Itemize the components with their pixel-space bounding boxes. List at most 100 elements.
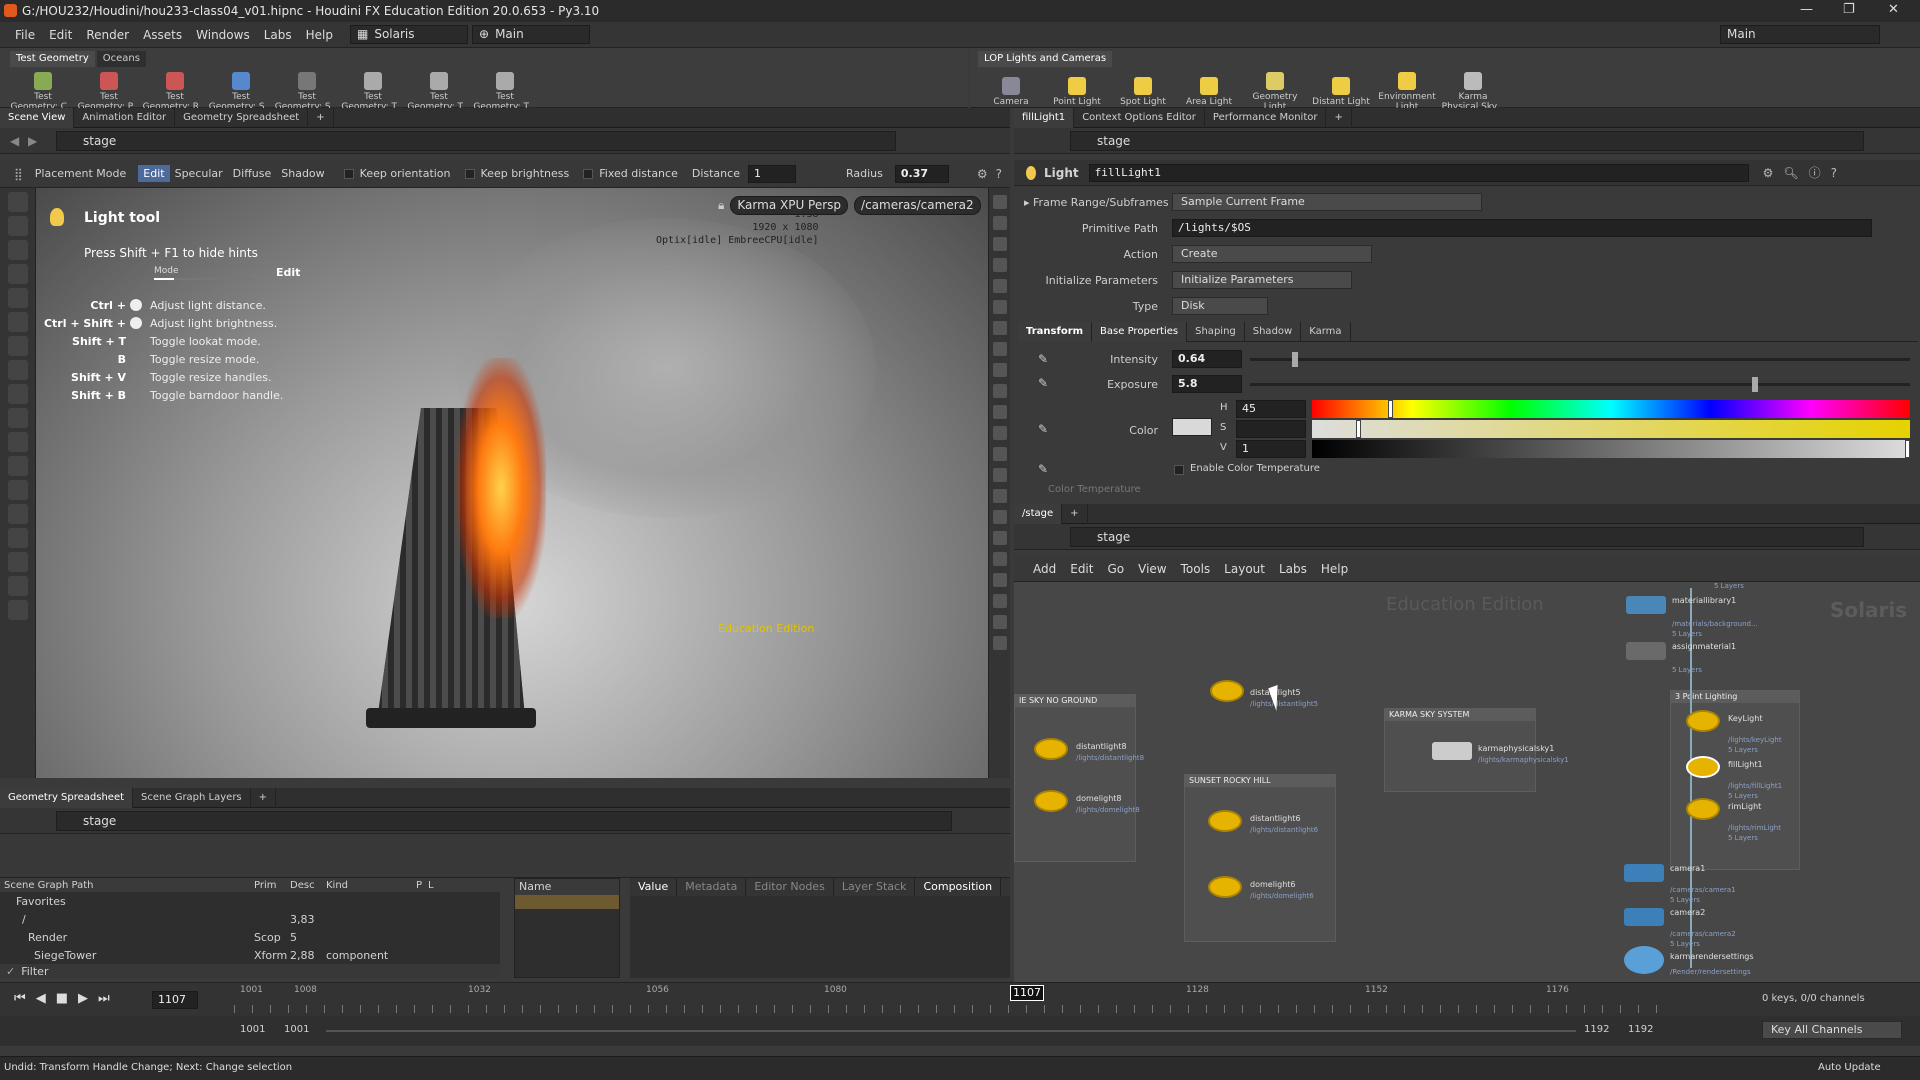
node-materiallibrary1[interactable] (1626, 596, 1666, 614)
shelf-tool[interactable]: Camera (978, 75, 1044, 107)
viewer-display-icon[interactable] (992, 426, 1007, 440)
viewer-display-icon[interactable] (992, 405, 1007, 419)
viewer-display-icon[interactable] (992, 258, 1007, 272)
node-camera2[interactable] (1624, 908, 1664, 926)
frame-range-dropdown[interactable]: Sample Current Frame (1172, 193, 1482, 211)
init-params-dropdown[interactable]: Initialize Parameters (1172, 271, 1352, 289)
network-editor[interactable]: Education Edition Solaris IE SKY NO GROU… (1014, 582, 1920, 982)
v-field[interactable]: 1 (1236, 440, 1306, 458)
type-dropdown[interactable]: Disk (1172, 297, 1268, 315)
add-tab-icon[interactable]: + (1326, 107, 1352, 128)
menu-labs[interactable]: Labs (257, 22, 299, 48)
shelf-tool[interactable]: Test Geometry: C... (10, 70, 76, 112)
name-row-selected[interactable] (515, 895, 619, 909)
params-info-icon[interactable]: ⓘ (1809, 164, 1821, 181)
net-menu-view[interactable]: View (1131, 556, 1173, 582)
shelf-tool[interactable]: Geometry Light (1242, 70, 1308, 112)
params-search-icon[interactable]: 🔍︎ (1783, 166, 1798, 180)
prim-path-field[interactable]: /lights/$OS (1172, 219, 1872, 237)
viewer-tool-icon[interactable] (7, 504, 28, 524)
current-frame-field[interactable]: 1107 (152, 991, 198, 1009)
viewer-display-icon[interactable] (992, 489, 1007, 503)
param-subtab[interactable]: Shaping (1187, 321, 1245, 342)
color-keyframe-icon[interactable]: ✎ (1038, 422, 1048, 436)
net-menu-go[interactable]: Go (1100, 556, 1131, 582)
distance-field[interactable]: 1 (747, 164, 796, 183)
viewer-display-icon[interactable] (992, 615, 1007, 629)
viewer-display-icon[interactable] (992, 279, 1007, 293)
saturation-bar[interactable] (1312, 420, 1910, 438)
intensity-field[interactable]: 0.64 (1172, 350, 1242, 368)
node-distantlight8[interactable] (1034, 738, 1068, 760)
viewer-tool-icon[interactable] (7, 240, 28, 260)
node-karmaphysicalsky1[interactable] (1432, 742, 1472, 760)
sky-no-ground-box[interactable]: IE SKY NO GROUND (1014, 694, 1136, 862)
shelf-tool[interactable]: Test Geometry: T... (340, 70, 406, 112)
renderer-dropdown[interactable]: Karma XPU Persp (730, 196, 849, 215)
pane-tab[interactable]: Geometry Spreadsheet (0, 787, 134, 808)
pane-tab[interactable]: Scene View (0, 107, 75, 128)
grid-icon[interactable]: ⣿ (14, 167, 23, 181)
jump-end-icon[interactable]: ⏭ (98, 991, 110, 1006)
sg-col-header[interactable]: P (412, 880, 424, 891)
s-field[interactable] (1236, 420, 1306, 438)
range-start[interactable]: 1001 (240, 1024, 265, 1035)
sg-row[interactable]: / 3,83 (0, 910, 500, 928)
pane-tab[interactable]: Performance Monitor (1205, 107, 1327, 128)
viewer-display-icon[interactable] (992, 531, 1007, 545)
shelf-tab[interactable]: Test Geometry (10, 51, 95, 67)
viewer-tool-icon[interactable] (7, 432, 28, 452)
viewer-display-icon[interactable] (992, 384, 1007, 398)
viewer-tool-icon[interactable] (7, 336, 28, 356)
mode-shadow[interactable]: Shadow (276, 165, 329, 182)
param-subtab[interactable]: Base Properties (1092, 321, 1188, 342)
range-start2[interactable]: 1001 (284, 1024, 309, 1035)
sg-col-header[interactable]: Kind (322, 880, 412, 891)
param-subtab[interactable]: Shadow (1245, 321, 1302, 342)
node-name-field[interactable]: fillLight1 (1088, 163, 1749, 182)
viewer-tool-icon[interactable] (7, 312, 28, 332)
sunset-box[interactable]: SUNSET ROCKY HILL (1184, 774, 1336, 942)
help-icon[interactable]: ? (996, 167, 1002, 181)
viewer-display-icon[interactable] (992, 510, 1007, 524)
value-bar[interactable] (1312, 440, 1910, 458)
shelf-tool[interactable]: Test Geometry: T... (406, 70, 472, 112)
key-all-button[interactable]: Key All Channels (1762, 1021, 1902, 1039)
add-tab-icon[interactable]: + (251, 787, 277, 808)
radius-field[interactable]: 0.37 (894, 164, 949, 183)
net-menu-help[interactable]: Help (1314, 556, 1355, 582)
pane-tab[interactable]: Context Options Editor (1074, 107, 1205, 128)
viewer-display-icon[interactable] (992, 237, 1007, 251)
minimize-icon[interactable]: — (1800, 2, 1813, 17)
shelf-tool[interactable]: Spot Light (1110, 75, 1176, 107)
viewer-tool-icon[interactable] (7, 576, 28, 596)
network-path-field[interactable]: stage (1070, 527, 1864, 547)
stop-icon[interactable]: ■ (56, 991, 68, 1006)
range-end2[interactable]: 1192 (1628, 1024, 1653, 1035)
back-arrow-icon[interactable]: ◀ (10, 134, 19, 148)
gear-icon[interactable]: ⚙ (977, 167, 988, 181)
menu-assets[interactable]: Assets (136, 22, 189, 48)
viewer-display-icon[interactable] (992, 321, 1007, 335)
viewer-tool-icon[interactable] (7, 216, 28, 236)
shelf-tool[interactable]: Area Light (1176, 75, 1242, 107)
net-menu-labs[interactable]: Labs (1272, 556, 1314, 582)
params-help-icon[interactable]: ? (1831, 166, 1837, 180)
auto-update-dropdown[interactable]: Auto Update (1818, 1062, 1881, 1073)
shelf-tool[interactable]: Environment Light (1374, 70, 1440, 112)
sg-col-header[interactable]: Prim (250, 880, 286, 891)
viewer-display-icon[interactable] (992, 300, 1007, 314)
params-gear-icon[interactable]: ⚙ (1763, 166, 1774, 180)
keep-orientation-checkbox[interactable] (343, 168, 354, 179)
viewer-tool-icon[interactable] (7, 384, 28, 404)
param-subtab[interactable]: Transform (1018, 321, 1093, 342)
viewer-tool-icon[interactable] (7, 552, 28, 572)
viewer-display-icon[interactable] (992, 573, 1007, 587)
context-dropdown[interactable]: ⊕ Main (472, 25, 590, 44)
sg-col-header[interactable]: Desc (286, 880, 322, 891)
maximize-icon[interactable]: ❐ (1843, 2, 1855, 17)
frame-marker[interactable]: 1107 (1010, 985, 1044, 1001)
detail-tab[interactable]: Metadata (677, 878, 747, 896)
net-menu-edit[interactable]: Edit (1063, 556, 1100, 582)
sg-row[interactable]: Render Scop 5 (0, 928, 500, 946)
